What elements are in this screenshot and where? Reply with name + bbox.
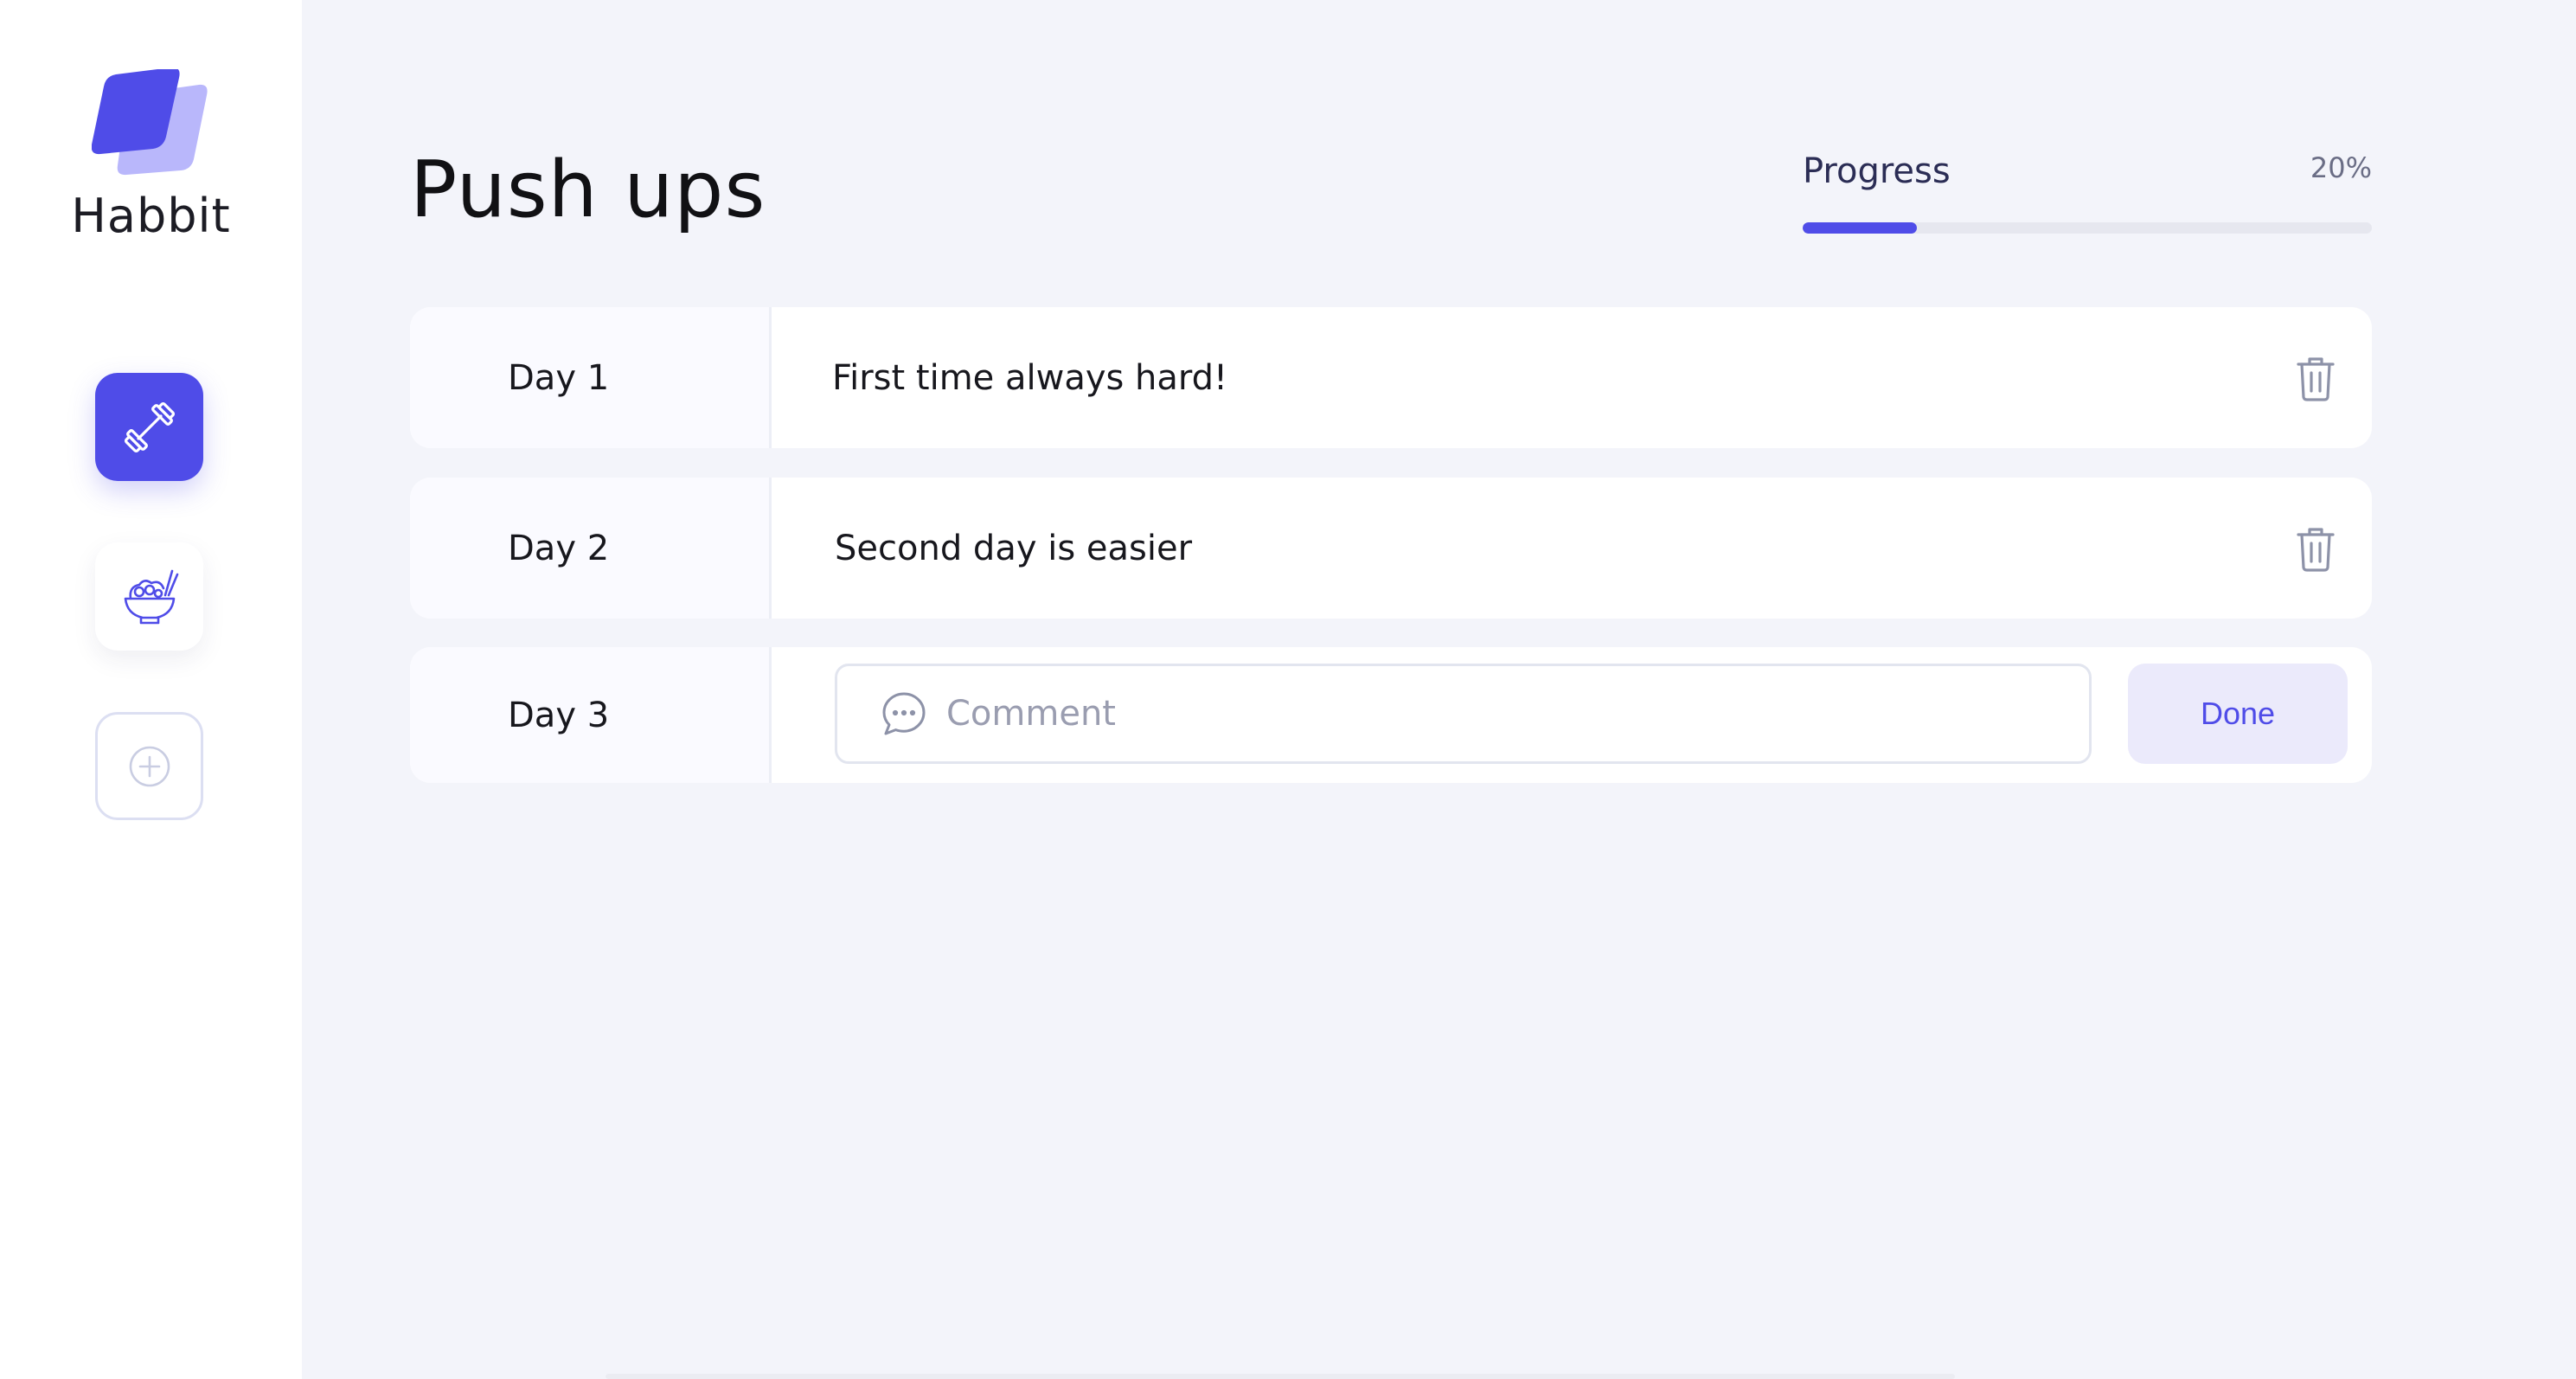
app-logo[interactable]: Habbit <box>0 61 302 251</box>
day-comment: First time always hard! <box>832 357 1228 398</box>
day-cell: Day 1 <box>410 307 772 448</box>
day-label: Day 3 <box>508 695 610 735</box>
progress-value: 20% <box>2310 151 2372 184</box>
progress-label: Progress <box>1803 151 1951 191</box>
chat-bubble-icon <box>882 692 926 735</box>
progress-bar-fill <box>1803 222 1917 234</box>
plus-circle-icon <box>129 746 170 786</box>
progress-bar <box>1803 222 2372 234</box>
done-button[interactable]: Done <box>2128 664 2348 764</box>
delete-button[interactable] <box>2294 524 2337 573</box>
day-row: Day 2 Second day is easier <box>410 478 2372 619</box>
nav-exercise-button[interactable] <box>95 373 203 481</box>
noodle-bowl-icon <box>124 569 178 624</box>
day-cell: Day 2 <box>410 478 772 619</box>
comment-input[interactable] <box>946 666 2071 761</box>
trash-icon <box>2297 356 2335 401</box>
page-title: Push ups <box>410 144 766 235</box>
day-row: Day 1 First time always hard! <box>410 307 2372 448</box>
logo-mark-icon <box>92 69 208 176</box>
day-comment: Second day is easier <box>835 528 1193 568</box>
app-name: Habbit <box>71 189 231 243</box>
day-row: Day 3 Done <box>410 647 2372 783</box>
day-cell: Day 3 <box>410 647 772 783</box>
bottom-edge-shadow <box>606 1374 1955 1379</box>
nav-nutrition-button[interactable] <box>95 542 203 651</box>
day-label: Day 1 <box>508 357 610 398</box>
trash-icon <box>2297 527 2335 572</box>
progress-section: Progress 20% <box>1803 151 2372 238</box>
day-label: Day 2 <box>508 528 610 568</box>
sidebar: Habbit <box>0 0 302 1379</box>
delete-button[interactable] <box>2294 354 2337 402</box>
comment-field[interactable] <box>835 664 2092 764</box>
dumbbell-icon <box>124 401 175 452</box>
add-habit-button[interactable] <box>95 712 203 820</box>
